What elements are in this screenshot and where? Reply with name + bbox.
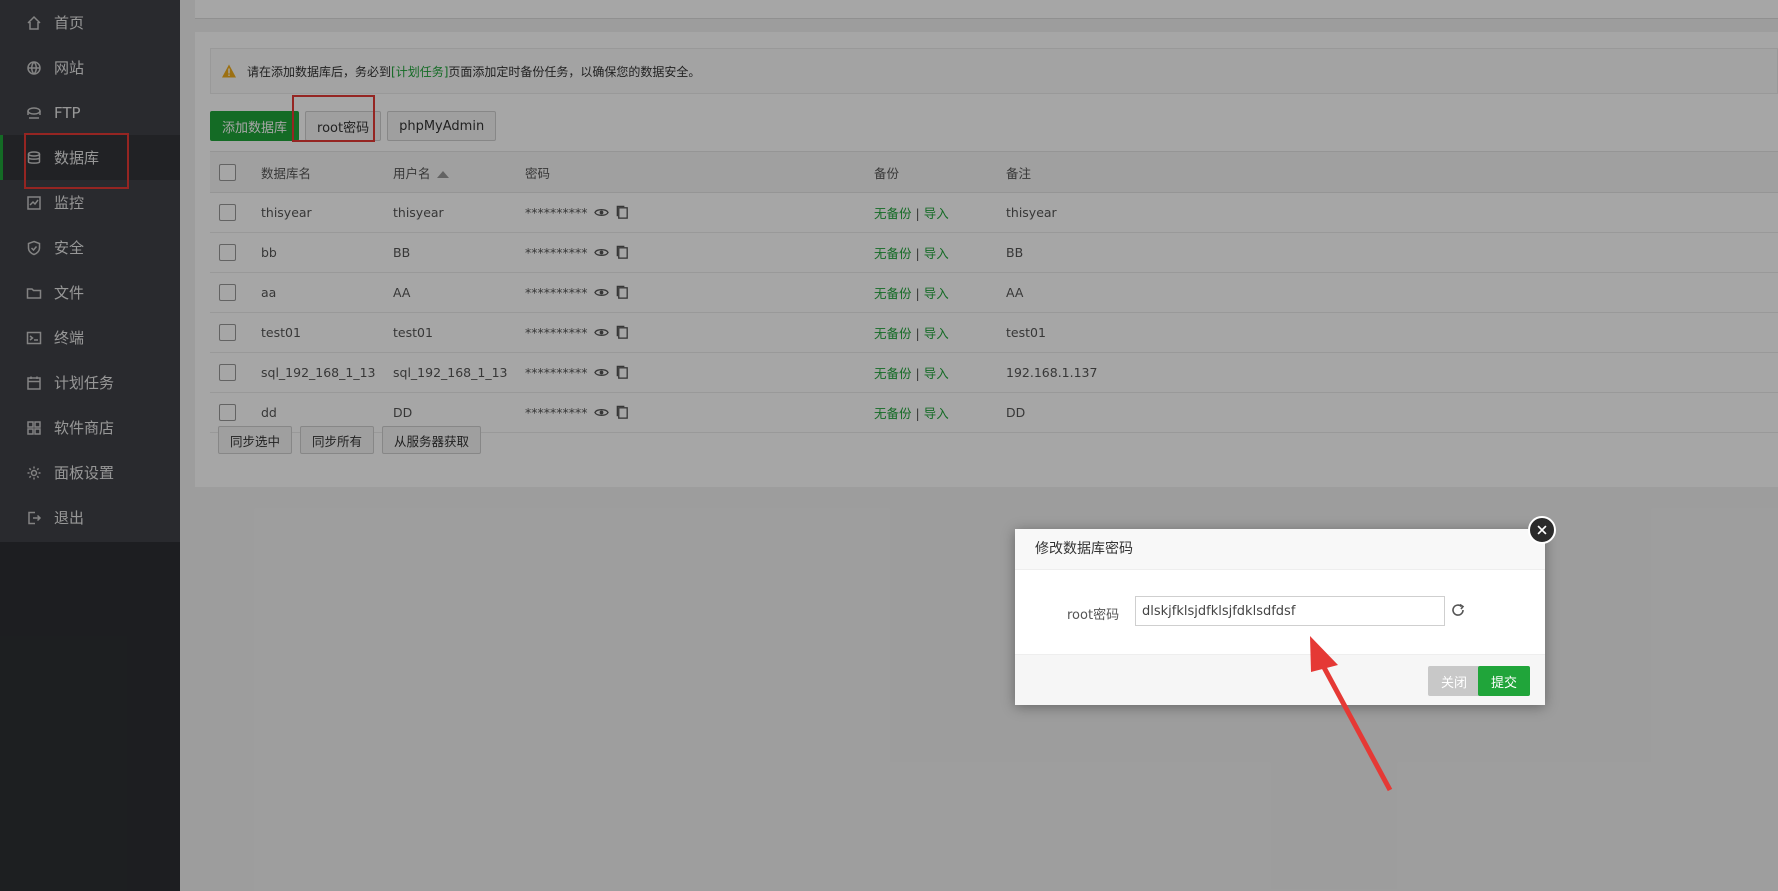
root-password-label: root密码 [1067,608,1120,623]
dialog-title: 修改数据库密码 [1015,529,1545,570]
close-button[interactable]: 关闭 [1428,666,1481,696]
close-icon[interactable] [1528,516,1556,544]
root-password-input[interactable] [1135,596,1445,626]
submit-button[interactable]: 提交 [1478,666,1531,696]
change-password-dialog: 修改数据库密码 root密码 关闭 提交 [1015,529,1545,705]
refresh-icon[interactable] [1450,602,1466,618]
modal-overlay [0,0,1778,891]
dialog-footer: 关闭 提交 [1015,654,1545,705]
dialog-body: root密码 [1015,570,1545,655]
